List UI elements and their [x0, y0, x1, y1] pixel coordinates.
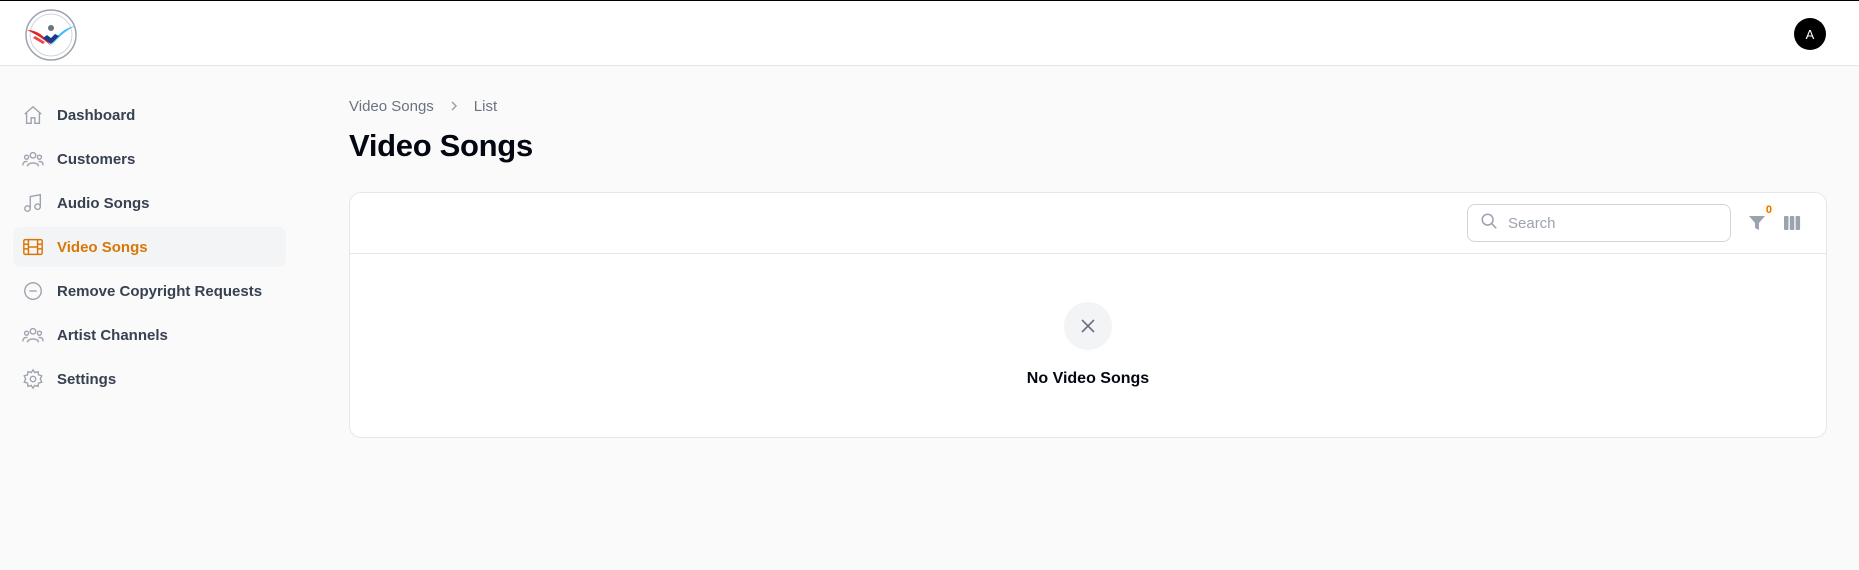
- minus-circle-icon: [21, 279, 45, 303]
- columns-icon: [1784, 216, 1801, 230]
- empty-state-badge: [1064, 302, 1112, 350]
- sidebar-item-label: Remove Copyright Requests: [57, 282, 263, 300]
- logo-emblem-icon: [25, 9, 77, 61]
- empty-state-heading: No Video Songs: [1026, 370, 1150, 387]
- home-icon: [21, 103, 45, 127]
- search-input[interactable]: [1508, 214, 1708, 232]
- empty-state: No Video Songs: [350, 254, 1826, 438]
- sidebar-item-label: Settings: [57, 370, 117, 388]
- toggle-columns-button[interactable]: [1782, 213, 1804, 235]
- sidebar-nav: Dashboard Customers Audio Songs Video So…: [13, 95, 286, 403]
- film-icon: [21, 235, 45, 259]
- sidebar-item-label: Audio Songs: [57, 194, 150, 212]
- funnel-icon: [1749, 216, 1765, 230]
- sidebar-item-customers[interactable]: Customers: [13, 139, 286, 179]
- sidebar-item-label: Dashboard: [57, 106, 136, 124]
- breadcrumb: Video Songs List: [349, 96, 1827, 116]
- music-note-icon: [21, 191, 45, 215]
- sidebar-item-label: Artist Channels: [57, 326, 168, 344]
- sidebar-item-label: Customers: [57, 150, 136, 168]
- video-songs-table: 0 No Video Songs: [349, 192, 1827, 438]
- sidebar-item-dashboard[interactable]: Dashboard: [13, 95, 286, 135]
- x-mark-icon: [1081, 319, 1095, 333]
- filter-count-badge: 0: [1762, 204, 1775, 216]
- sidebar-item-remove-copyright-requests[interactable]: Remove Copyright Requests: [13, 271, 286, 311]
- sidebar-item-artist-channels[interactable]: Artist Channels: [13, 315, 286, 355]
- page-title: Video Songs: [349, 128, 533, 163]
- chevron-right-icon: [448, 100, 460, 112]
- main-content: Video Songs List Video Songs 0: [349, 96, 1827, 438]
- breadcrumb-link-video-songs[interactable]: Video Songs: [349, 98, 434, 115]
- top-bar: A: [0, 0, 1859, 66]
- users-icon: [21, 323, 45, 347]
- sidebar-item-video-songs[interactable]: Video Songs: [13, 227, 286, 267]
- brand-logo[interactable]: [21, 8, 81, 62]
- users-icon: [21, 147, 45, 171]
- gear-icon: [21, 367, 45, 391]
- breadcrumb-current: List: [473, 97, 498, 115]
- filter-button[interactable]: [1747, 213, 1769, 235]
- table-toolbar: 0: [350, 193, 1826, 254]
- sidebar-item-audio-songs[interactable]: Audio Songs: [13, 183, 286, 223]
- user-avatar[interactable]: A: [1794, 18, 1826, 50]
- sidebar-item-settings[interactable]: Settings: [13, 359, 286, 399]
- search-icon: [1480, 212, 1498, 235]
- sidebar-item-label: Video Songs: [57, 238, 148, 256]
- search-field[interactable]: [1467, 204, 1731, 242]
